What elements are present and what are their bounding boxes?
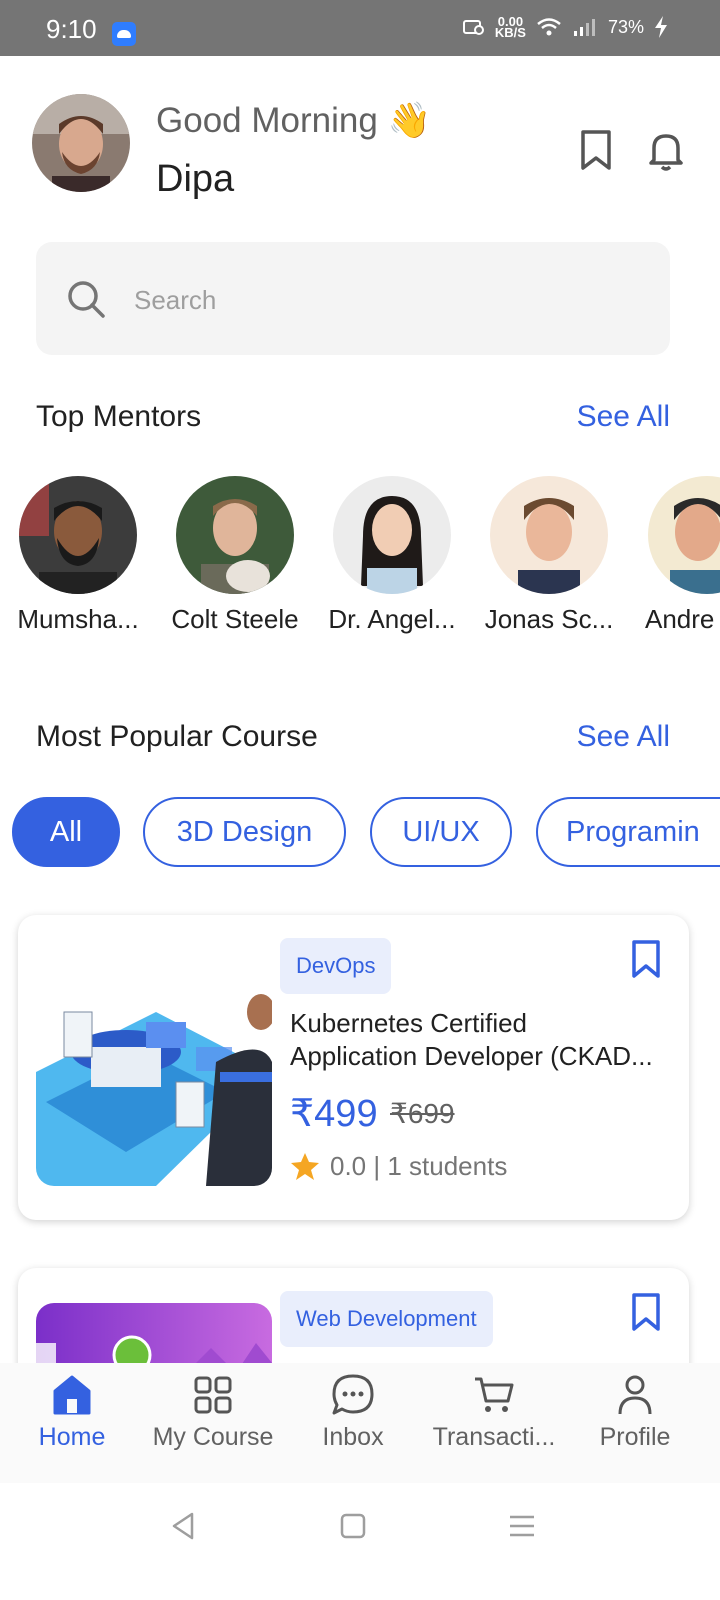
bookmark-icon[interactable] (576, 128, 616, 172)
person-icon (618, 1375, 652, 1415)
bookmark-icon[interactable] (629, 1292, 663, 1332)
nav-home[interactable]: Home (2, 1373, 142, 1452)
mentor-avatar (176, 476, 294, 594)
mentor-name: Jonas Sc... (484, 604, 614, 634)
course-original-price: ₹699 (390, 1098, 455, 1129)
mentor-card[interactable]: Jonas Sc... (474, 476, 624, 635)
course-title-line: Kubernetes Certified (290, 1008, 528, 1038)
home-icon (53, 1375, 91, 1415)
home-square-icon[interactable] (340, 1513, 366, 1539)
bookmark-icon[interactable] (629, 939, 663, 979)
wifi-icon (537, 18, 561, 36)
nav-label: Transacti... (432, 1423, 556, 1451)
mentor-name: Andre (645, 604, 715, 634)
courses-see-all-link[interactable]: See All (577, 720, 670, 754)
course-card[interactable]: DevOps Kubernetes Certified Application … (18, 915, 689, 1220)
network-speed-unit: KB/S (494, 25, 526, 40)
nav-my-course[interactable]: My Course (143, 1373, 283, 1452)
notification-bell-icon[interactable] (646, 128, 686, 172)
mentor-name: Mumsha... (17, 604, 139, 634)
mentor-avatar (490, 476, 608, 594)
nav-profile[interactable]: Profile (565, 1373, 705, 1452)
search-icon (68, 281, 105, 318)
user-name: Dipa (156, 158, 235, 200)
mentor-card[interactable]: Mumsha... (3, 476, 153, 635)
nav-label: Inbox (322, 1423, 384, 1451)
system-navigation-bar (0, 1483, 720, 1600)
course-category-tag: Web Development (280, 1291, 493, 1347)
mentor-card[interactable]: Dr. Angel... (317, 476, 467, 635)
status-time: 9:10 (46, 14, 97, 44)
menu-icon[interactable] (508, 1513, 536, 1539)
status-bar: 9:10 0.00 KB/S 73% (0, 0, 720, 56)
filter-chip-ui-ux[interactable]: UI/UX (370, 797, 512, 867)
nav-inbox[interactable]: Inbox (283, 1373, 423, 1452)
mentor-avatar (648, 476, 720, 594)
android-app-icon (112, 22, 136, 46)
filter-chip-programming[interactable]: Programin (536, 797, 720, 867)
mentor-card[interactable]: Colt Steele (160, 476, 310, 635)
filter-chip-3d-design[interactable]: 3D Design (143, 797, 346, 867)
greeting-text: Good Morning 👋 (156, 101, 432, 140)
nav-label: My Course (152, 1423, 274, 1451)
mentor-avatar (333, 476, 451, 594)
course-title: Kubernetes Certified Application Develop… (290, 1007, 670, 1073)
course-rating: 0.0 | 1 students (330, 1151, 508, 1181)
popular-course-title: Most Popular Course (36, 720, 318, 753)
course-thumbnail (36, 952, 272, 1186)
signal-icon (573, 19, 595, 36)
cart-icon (475, 1377, 514, 1412)
course-price: ₹499 (290, 1093, 378, 1135)
search-input[interactable] (134, 282, 634, 318)
mentor-card[interactable]: Andre (631, 476, 720, 635)
mentors-see-all-link[interactable]: See All (577, 400, 670, 434)
filter-chip-all[interactable]: All (12, 797, 120, 867)
top-mentors-title: Top Mentors (36, 400, 202, 433)
network-speed: 0.00 KB/S (494, 15, 526, 40)
star-icon (291, 1153, 319, 1180)
nav-label: Profile (599, 1423, 671, 1451)
back-icon[interactable] (170, 1511, 196, 1541)
grid-icon (194, 1376, 232, 1414)
bottom-navigation: Home My Course Inbox Transacti... Profil… (0, 1363, 720, 1483)
course-category-tag: DevOps (280, 938, 392, 994)
course-title-line: Application Developer (CKAD... (290, 1041, 653, 1071)
mentor-name: Dr. Angel... (328, 604, 456, 634)
data-saver-icon (462, 20, 484, 35)
user-avatar[interactable] (32, 94, 130, 192)
charging-icon (655, 16, 667, 38)
chat-icon (332, 1374, 374, 1415)
mentor-name: Colt Steele (171, 604, 299, 634)
mentor-avatar (19, 476, 137, 594)
nav-transactions[interactable]: Transacti... (424, 1373, 564, 1452)
nav-label: Home (38, 1423, 106, 1451)
status-icons: 0.00 KB/S 73% (462, 15, 668, 40)
battery-level: 73% (607, 16, 644, 37)
